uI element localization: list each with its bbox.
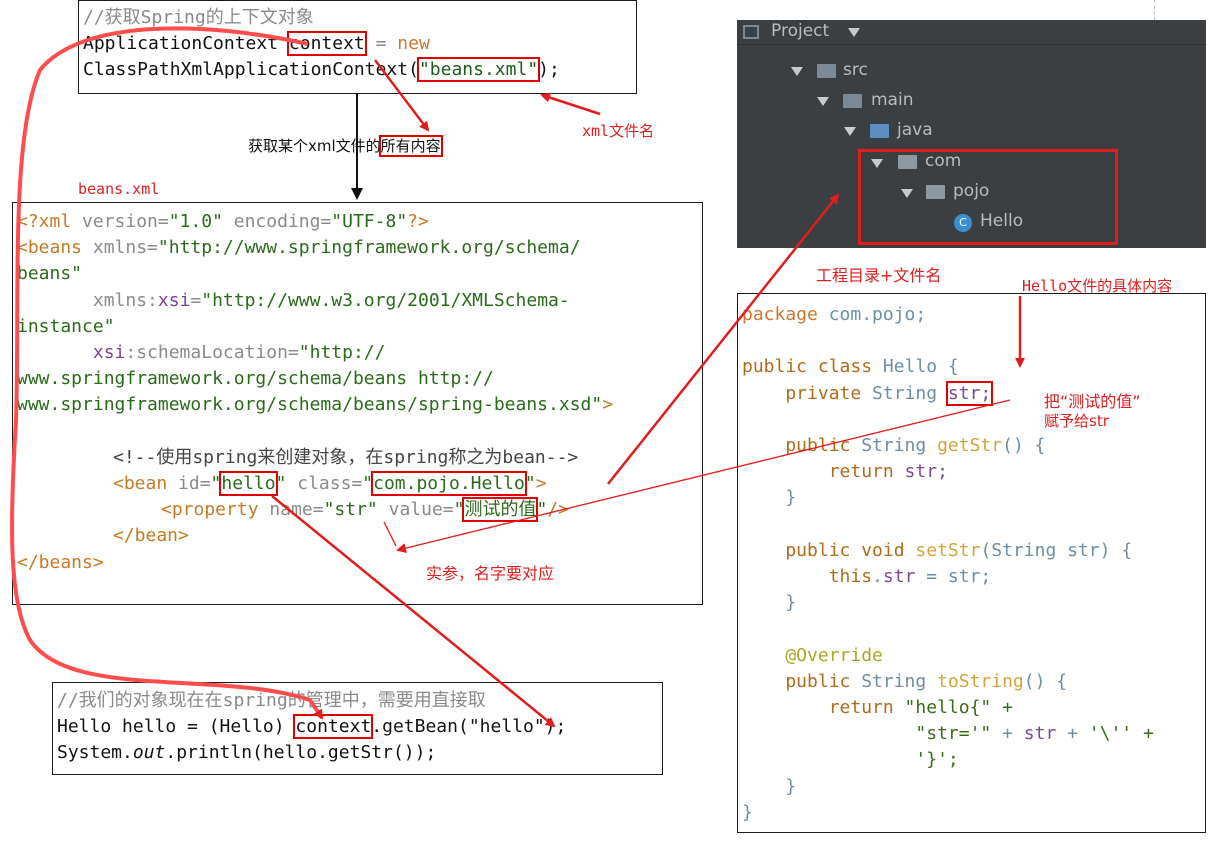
xml-filename-arrow <box>540 92 601 116</box>
context-to-content-arrow <box>374 59 430 132</box>
name-str-arrow <box>383 521 397 547</box>
bean-id-to-getbean-arrow <box>271 495 556 728</box>
str-to-param-arrow <box>396 399 1011 553</box>
arrows-overlay <box>9 26 1025 728</box>
class-to-tree-arrow <box>607 193 840 485</box>
context-flow-curve <box>9 26 324 720</box>
